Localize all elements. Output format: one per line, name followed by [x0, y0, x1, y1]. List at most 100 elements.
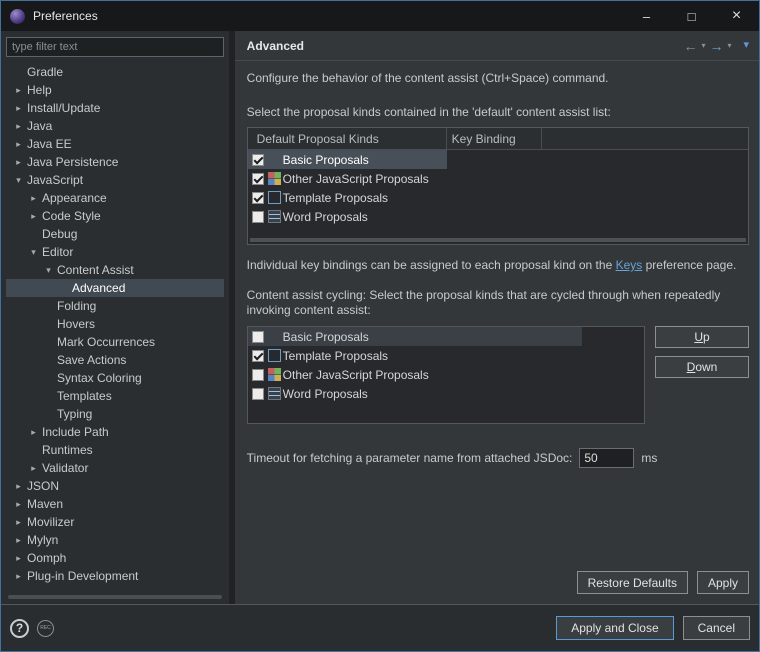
minimize-button[interactable]: – — [624, 1, 669, 31]
close-button[interactable]: × — [714, 1, 759, 31]
collapsed-chevron-icon[interactable]: ▸ — [12, 553, 25, 564]
tree-item-java-persistence[interactable]: ▸ Java Persistence — [6, 153, 224, 171]
proposal-row-basic-proposals[interactable]: Basic Proposals — [247, 327, 644, 346]
checkbox-checked[interactable] — [251, 153, 264, 166]
tree-item-label: Maven — [27, 497, 64, 511]
checkbox-checked[interactable] — [251, 172, 264, 185]
tree-item-json[interactable]: ▸ JSON — [6, 477, 224, 495]
collapsed-chevron-icon[interactable]: ▸ — [12, 517, 25, 528]
proposal-row-template-proposals[interactable]: Template Proposals — [248, 188, 748, 207]
tree-item-content-assist[interactable]: ▾ Content Assist — [6, 261, 224, 279]
expanded-chevron-icon[interactable]: ▾ — [42, 265, 55, 276]
expanded-chevron-icon[interactable]: ▾ — [27, 247, 40, 258]
tree-item-plug-in-development[interactable]: ▸ Plug-in Development — [6, 567, 224, 585]
tree-item-javascript[interactable]: ▾ JavaScript — [6, 171, 224, 189]
tree-item-include-path[interactable]: ▸ Include Path — [6, 423, 224, 441]
collapsed-chevron-icon[interactable]: ▸ — [12, 571, 25, 582]
maximize-button[interactable]: □ — [669, 1, 714, 31]
rec-icon[interactable]: REC — [37, 619, 54, 637]
proposal-row-template-proposals[interactable]: Template Proposals — [248, 346, 644, 365]
tree-item-advanced[interactable]: Advanced — [6, 279, 224, 297]
proposal-row-other-javascript-proposals[interactable]: Other JavaScript Proposals — [248, 169, 748, 188]
collapsed-chevron-icon[interactable]: ▸ — [12, 481, 25, 492]
cycling-list-label: Content assist cycling: Select the propo… — [246, 288, 721, 317]
collapsed-chevron-icon[interactable]: ▸ — [12, 535, 25, 546]
table-horizontal-scrollbar[interactable] — [249, 238, 746, 242]
collapsed-chevron-icon[interactable]: ▸ — [12, 139, 25, 150]
word-proposal-icon — [267, 387, 281, 400]
tree-item-maven[interactable]: ▸ Maven — [6, 495, 224, 513]
collapsed-chevron-icon[interactable]: ▸ — [12, 157, 25, 168]
collapsed-chevron-icon[interactable]: ▸ — [12, 499, 25, 510]
tree-item-mylyn[interactable]: ▸ Mylyn — [6, 531, 224, 549]
expanded-chevron-icon[interactable]: ▾ — [12, 175, 25, 186]
tree-item-label: Templates — [57, 389, 112, 403]
tree-item-templates[interactable]: Templates — [6, 387, 224, 405]
tree-item-editor[interactable]: ▾ Editor — [6, 243, 224, 261]
dialog-footer: ? REC Apply and Close Cancel — [1, 604, 759, 651]
up-button[interactable]: Up — [655, 326, 749, 348]
apply-button[interactable]: Apply — [696, 571, 749, 594]
filter-input[interactable] — [6, 37, 224, 57]
checkbox-unchecked[interactable] — [251, 368, 264, 381]
checkbox-unchecked[interactable] — [251, 210, 264, 223]
proposal-row-basic-proposals[interactable]: Basic Proposals — [247, 150, 748, 169]
cancel-button[interactable]: Cancel — [682, 616, 750, 640]
view-menu-icon[interactable]: ▾ — [743, 40, 749, 51]
proposal-row-word-proposals[interactable]: Word Proposals — [248, 207, 748, 226]
back-caret-icon[interactable]: ▾ — [701, 41, 705, 50]
tree-item-oomph[interactable]: ▸ Oomph — [6, 549, 224, 567]
collapsed-chevron-icon[interactable]: ▸ — [12, 121, 25, 132]
tree-item-label: JSON — [27, 479, 60, 493]
down-button[interactable]: Down — [655, 356, 749, 378]
forward-icon[interactable]: → — [709, 39, 723, 53]
cycling-section: Basic Proposals Template Proposals Other J… — [246, 326, 749, 424]
tree-item-validator[interactable]: ▸ Validator — [6, 459, 224, 477]
column-separator[interactable] — [445, 128, 447, 149]
tree-item-save-actions[interactable]: Save Actions — [6, 351, 224, 369]
reorder-buttons: Up Down — [655, 326, 749, 378]
back-icon[interactable]: ← — [683, 39, 697, 53]
tree-item-mark-occurrences[interactable]: Mark Occurrences — [6, 333, 224, 351]
tree-item-runtimes[interactable]: Runtimes — [6, 441, 224, 459]
collapsed-chevron-icon[interactable]: ▸ — [27, 427, 40, 438]
collapsed-chevron-icon[interactable]: ▸ — [12, 103, 25, 114]
tree-horizontal-scrollbar[interactable] — [8, 595, 222, 599]
tree-item-movilizer[interactable]: ▸ Movilizer — [6, 513, 224, 531]
checkbox-checked[interactable] — [251, 349, 264, 362]
tree-item-hovers[interactable]: Hovers — [6, 315, 224, 333]
tree-item-folding[interactable]: Folding — [6, 297, 224, 315]
apply-and-close-button[interactable]: Apply and Close — [556, 616, 674, 640]
help-icon[interactable]: ? — [10, 618, 29, 638]
tree-item-appearance[interactable]: ▸ Appearance — [6, 189, 224, 207]
tree-item-help[interactable]: ▸ Help — [6, 81, 224, 99]
tree-item-syntax-coloring[interactable]: Syntax Coloring — [6, 369, 224, 387]
tree-item-code-style[interactable]: ▸ Code Style — [6, 207, 224, 225]
template-proposal-icon — [267, 191, 281, 204]
tree-item-typing[interactable]: Typing — [6, 405, 224, 423]
checkbox-unchecked[interactable] — [251, 387, 264, 400]
keys-link[interactable]: Keys — [616, 258, 643, 272]
proposal-row-other-javascript-proposals[interactable]: Other JavaScript Proposals — [248, 365, 644, 384]
column-separator[interactable] — [540, 128, 542, 149]
restore-defaults-button[interactable]: Restore Defaults — [576, 571, 688, 594]
proposal-row-word-proposals[interactable]: Word Proposals — [248, 384, 644, 403]
tree-item-java[interactable]: ▸ Java — [6, 117, 224, 135]
collapsed-chevron-icon[interactable]: ▸ — [27, 463, 40, 474]
collapsed-chevron-icon[interactable]: ▸ — [12, 85, 25, 96]
tree-item-java-ee[interactable]: ▸ Java EE — [6, 135, 224, 153]
tree-item-debug[interactable]: Debug — [6, 225, 224, 243]
timeout-input[interactable] — [579, 448, 635, 468]
cycling-proposals-table: Basic Proposals Template Proposals Other J… — [246, 326, 645, 424]
collapsed-chevron-icon[interactable]: ▸ — [27, 193, 40, 204]
tree-item-install-update[interactable]: ▸ Install/Update — [6, 99, 224, 117]
tree-item-gradle[interactable]: Gradle — [6, 63, 224, 81]
template-proposal-icon — [267, 349, 281, 362]
proposal-row-inner: Template Proposals — [248, 188, 748, 207]
column-header-key-binding[interactable]: Key Binding — [446, 132, 516, 146]
collapsed-chevron-icon[interactable]: ▸ — [27, 211, 40, 222]
forward-caret-icon[interactable]: ▾ — [727, 41, 731, 50]
column-header-proposal-kinds[interactable]: Default Proposal Kinds — [248, 132, 446, 146]
checkbox-unchecked[interactable] — [251, 330, 264, 343]
checkbox-checked[interactable] — [251, 191, 264, 204]
